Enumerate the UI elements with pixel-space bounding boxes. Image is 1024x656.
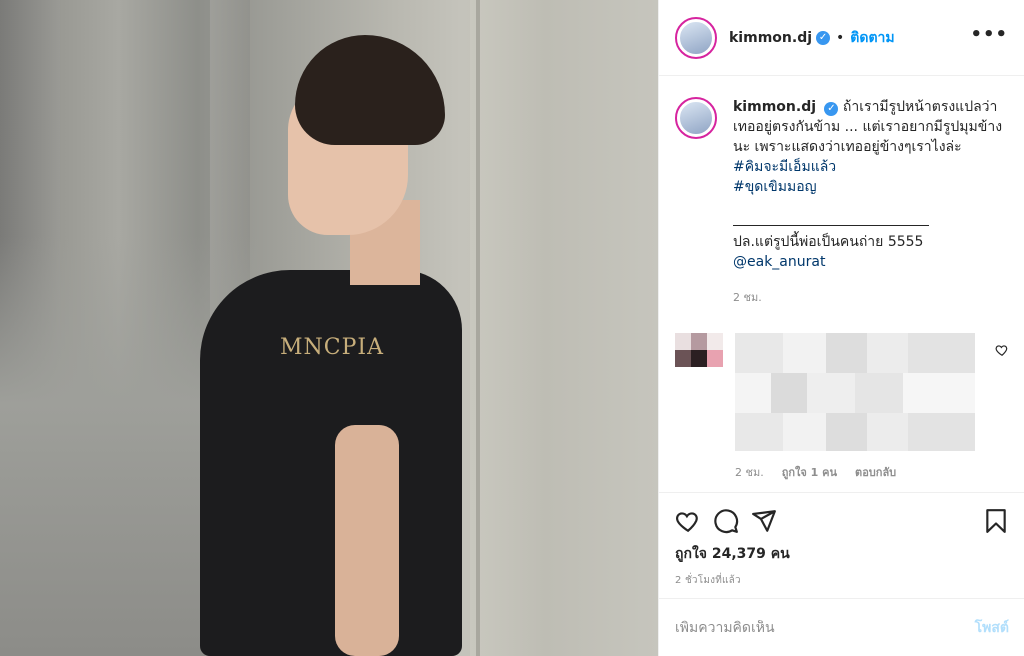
shirt-print: MNCPIA [280,335,384,360]
bookmark-icon[interactable] [983,508,1009,534]
follow-button[interactable]: ติดตาม [850,27,894,49]
post-side-panel: kimmon.dj ✓ • ติดตาม ••• kimmon.dj ✓ ถ้า… [658,0,1024,656]
heart-icon[interactable] [675,508,701,534]
pixelated-comment-text [735,333,975,451]
avatar[interactable] [675,97,717,139]
instagram-post-view: MNCPIA kimmon.dj ✓ • ติดตาม ••• kimmon.d… [0,0,1024,656]
hashtag-link[interactable]: #คิมจะมีเอ็มแล้ว [733,157,1009,177]
verified-badge-icon: ✓ [824,102,839,116]
avatar[interactable] [675,16,717,59]
action-icons [675,505,1009,537]
comments-list[interactable]: kimmon.dj ✓ ถ้าเรามีรูปหน้าตรงแปลว่าเทออ… [659,77,1024,492]
caption-ps: ปล.แต่รูปนี้พ่อเป็นคนถ่าย 5555 [733,234,924,250]
caption-username[interactable]: kimmon.dj [733,99,816,115]
caption-time[interactable]: 2 ชม. [733,288,1009,308]
heart-icon[interactable] [995,343,1009,357]
post-time[interactable]: 2 ชั่วโมงที่แล้ว [675,573,1009,588]
share-icon[interactable] [751,508,777,534]
likes-count[interactable]: ถูกใจ 24,379 คน [675,543,1009,565]
post-actions: ถูกใจ 24,379 คน 2 ชั่วโมงที่แล้ว [659,492,1024,588]
comment-icon[interactable] [713,508,739,534]
person-figure: MNCPIA [200,35,470,656]
comment-item: 2 ชม. ถูกใจ 1 คน ตอบกลับ [675,333,1009,483]
post-header: kimmon.dj ✓ • ติดตาม ••• [659,0,1024,76]
mention-link[interactable]: @eak_anurat [733,252,1009,272]
hashtag-link[interactable]: #ขุดเขิมมอญ [733,177,1009,197]
comment-input[interactable] [675,619,975,636]
more-options-icon[interactable]: ••• [970,24,1008,45]
add-comment-bar: โพสต์ [659,598,1024,656]
hair [295,35,445,145]
divider-line [733,225,929,226]
separator-dot: • [836,29,845,46]
caption-body: kimmon.dj ✓ ถ้าเรามีรูปหน้าตรงแปลว่าเทออ… [733,97,1009,308]
username-link[interactable]: kimmon.dj [729,30,812,46]
caption-comment: kimmon.dj ✓ ถ้าเรามีรูปหน้าตรงแปลว่าเทออ… [659,77,1024,308]
comment-time[interactable]: 2 ชม. [735,463,764,481]
comment-meta: 2 ชม. ถูกใจ 1 คน ตอบกลับ [735,463,896,481]
post-photo[interactable]: MNCPIA [0,0,658,656]
arm [335,425,399,656]
reply-button[interactable]: ตอบกลับ [855,463,896,481]
black-tshirt [200,270,462,656]
comment-likes[interactable]: ถูกใจ 1 คน [782,463,837,481]
avatar[interactable] [675,333,723,367]
post-comment-button[interactable]: โพสต์ [975,617,1009,639]
concrete-wall [470,0,658,656]
verified-badge-icon: ✓ [816,30,831,45]
